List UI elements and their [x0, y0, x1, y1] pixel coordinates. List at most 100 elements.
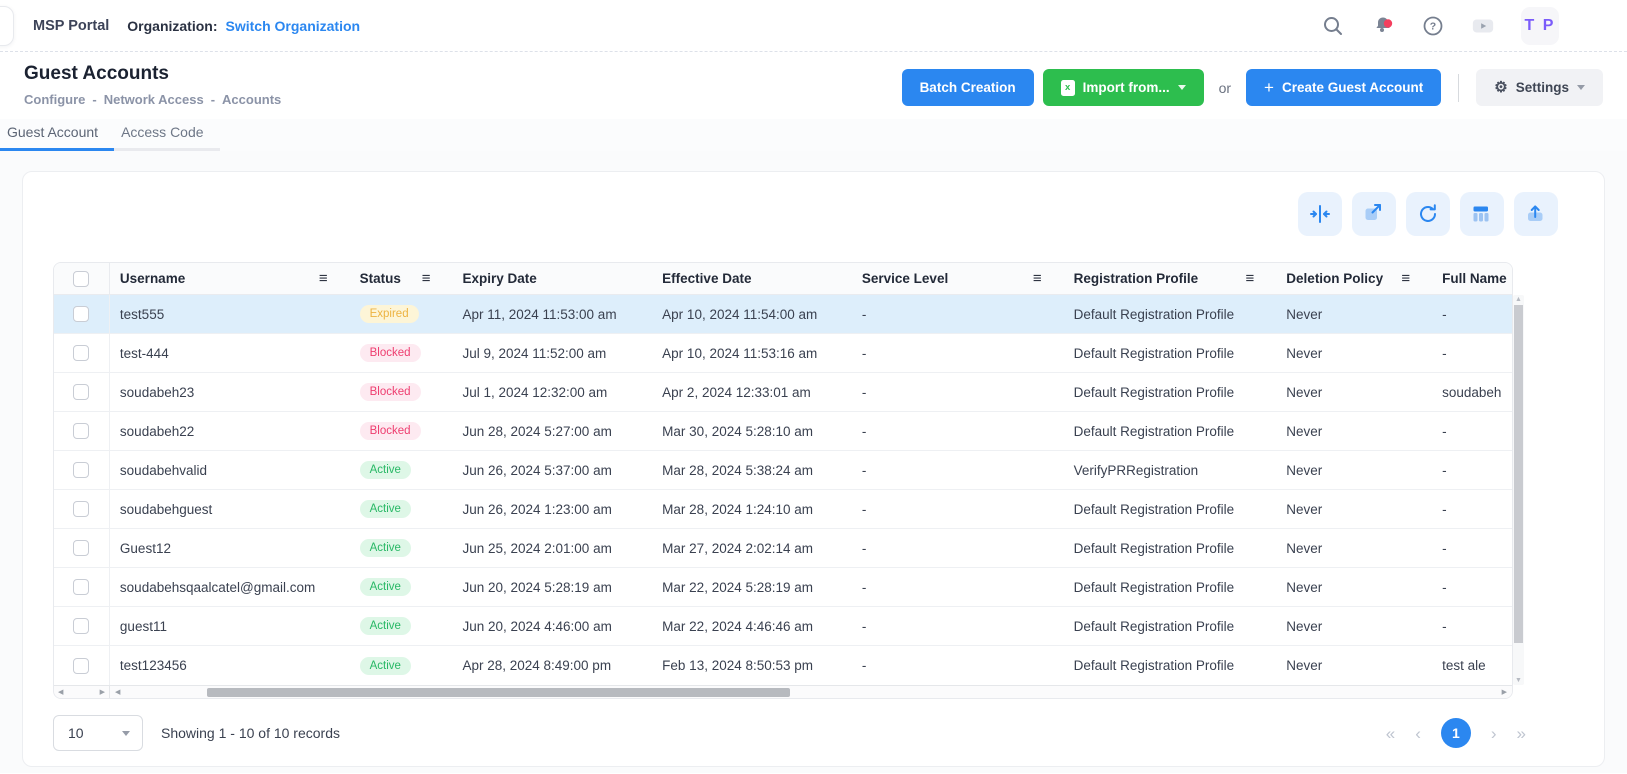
cell-service-level: - [852, 541, 1064, 556]
cell-registration-profile: VerifyPRRegistration [1064, 463, 1277, 478]
filter-icon[interactable]: ≡ [1401, 271, 1410, 286]
column-label: Username [120, 271, 185, 286]
row-checkbox[interactable] [73, 579, 89, 595]
scroll-left-icon[interactable]: ◀ [58, 686, 63, 698]
table-row[interactable]: soudabeh23 Blocked Jul 1, 2024 12:32:00 … [54, 373, 1512, 412]
tab-access-code[interactable]: Access Code [114, 119, 219, 151]
current-page-button[interactable]: 1 [1441, 718, 1471, 748]
cell-effective-date: Mar 30, 2024 5:28:10 am [652, 424, 852, 439]
row-select-cell [54, 412, 110, 450]
settings-button[interactable]: ⚙ Settings [1476, 69, 1603, 106]
scroll-right-icon[interactable]: ▶ [100, 686, 105, 698]
cell-username: test555 [110, 307, 350, 322]
horizontal-scroll-thumb[interactable] [207, 688, 790, 697]
create-guest-account-button[interactable]: + Create Guest Account [1246, 69, 1441, 106]
refresh-button[interactable] [1406, 192, 1450, 236]
table-row[interactable]: test123456 Active Apr 28, 2024 8:49:00 p… [54, 646, 1512, 685]
scroll-up-icon[interactable]: ▲ [1513, 296, 1524, 303]
search-icon[interactable] [1321, 14, 1345, 38]
row-checkbox[interactable] [73, 540, 89, 556]
next-page-button[interactable]: › [1491, 725, 1497, 742]
previous-page-button[interactable]: ‹ [1415, 725, 1421, 742]
table-row[interactable]: Guest12 Active Jun 25, 2024 2:01:00 am M… [54, 529, 1512, 568]
table-header-row: Username≡Status≡Expiry DateEffective Dat… [54, 263, 1512, 295]
table-row[interactable]: soudabeh22 Blocked Jun 28, 2024 5:27:00 … [54, 412, 1512, 451]
fit-columns-button[interactable] [1298, 192, 1342, 236]
cell-service-level: - [852, 658, 1064, 673]
select-all-checkbox[interactable] [73, 271, 89, 287]
column-label: Deletion Policy [1286, 271, 1383, 286]
column-header-expiry-date[interactable]: Expiry Date [452, 263, 652, 294]
column-header-effective-date[interactable]: Effective Date [652, 263, 852, 294]
column-header-username[interactable]: Username ≡ [110, 263, 350, 294]
help-icon[interactable]: ? [1421, 14, 1445, 38]
status-badge: Blocked [360, 422, 421, 440]
cell-deletion-policy: Never [1276, 502, 1432, 517]
user-avatar[interactable]: T P [1521, 7, 1559, 45]
cell-service-level: - [852, 307, 1064, 322]
cell-username: Guest12 [110, 541, 350, 556]
filter-icon[interactable]: ≡ [1246, 271, 1255, 286]
tab-guest-account[interactable]: Guest Account [0, 119, 114, 151]
export-button[interactable] [1514, 192, 1558, 236]
row-checkbox[interactable] [73, 423, 89, 439]
column-header-status[interactable]: Status≡ [350, 263, 453, 294]
switch-organization-link[interactable]: Switch Organization [226, 18, 361, 34]
scroll-left-icon[interactable]: ◀ [115, 686, 120, 698]
cell-deletion-policy: Never [1276, 346, 1432, 361]
filter-icon[interactable]: ≡ [1033, 271, 1042, 286]
cell-deletion-policy: Never [1276, 541, 1432, 556]
last-page-button[interactable]: » [1517, 725, 1526, 742]
cell-status: Active [350, 617, 453, 635]
breadcrumb-item-network-access[interactable]: Network Access [104, 92, 204, 107]
cell-expiry-date: Jun 20, 2024 5:28:19 am [452, 580, 652, 595]
table-row[interactable]: test-444 Blocked Jul 9, 2024 11:52:00 am… [54, 334, 1512, 373]
first-page-button[interactable]: « [1386, 725, 1395, 742]
filter-icon[interactable]: ≡ [319, 271, 328, 286]
scroll-down-icon[interactable]: ▼ [1513, 677, 1524, 684]
chevron-down-icon [1178, 85, 1186, 90]
cell-deletion-policy: Never [1276, 424, 1432, 439]
row-select-cell [54, 490, 110, 528]
row-checkbox[interactable] [73, 618, 89, 634]
import-from-button[interactable]: x Import from... [1043, 69, 1204, 106]
cell-registration-profile: Default Registration Profile [1064, 307, 1277, 322]
cell-username: soudabehsqaalcatel@gmail.com [110, 580, 350, 595]
cell-effective-date: Apr 2, 2024 12:33:01 am [652, 385, 852, 400]
row-checkbox[interactable] [73, 501, 89, 517]
row-checkbox[interactable] [73, 658, 89, 674]
table-row[interactable]: soudabehguest Active Jun 26, 2024 1:23:0… [54, 490, 1512, 529]
cell-username: test123456 [110, 658, 350, 673]
vertical-scroll-thumb[interactable] [1514, 305, 1523, 643]
column-header-deletion-policy[interactable]: Deletion Policy ≡ [1276, 263, 1432, 294]
cell-registration-profile: Default Registration Profile [1064, 580, 1277, 595]
row-checkbox[interactable] [73, 345, 89, 361]
row-checkbox[interactable] [73, 462, 89, 478]
filter-icon[interactable]: ≡ [422, 271, 431, 286]
columns-button[interactable] [1460, 192, 1504, 236]
cell-full-name: - [1432, 463, 1512, 478]
page-size-select[interactable]: 10 [53, 715, 143, 751]
column-label: Effective Date [662, 271, 751, 286]
sidebar-handle[interactable] [0, 6, 14, 46]
notifications-bell-icon[interactable] [1371, 14, 1395, 38]
status-badge: Expired [360, 305, 419, 323]
cell-service-level: - [852, 463, 1064, 478]
row-checkbox[interactable] [73, 306, 89, 322]
cell-effective-date: Mar 22, 2024 4:46:46 am [652, 619, 852, 634]
scroll-right-icon[interactable]: ▶ [1502, 686, 1507, 698]
table-row[interactable]: guest11 Active Jun 20, 2024 4:46:00 am M… [54, 607, 1512, 646]
table-row[interactable]: soudabehsqaalcatel@gmail.com Active Jun … [54, 568, 1512, 607]
row-checkbox[interactable] [73, 384, 89, 400]
breadcrumb-item-accounts[interactable]: Accounts [222, 92, 281, 107]
column-header-full-name[interactable]: Full Name [1432, 263, 1512, 294]
expand-table-button[interactable] [1352, 192, 1396, 236]
table-row[interactable]: soudabehvalid Active Jun 26, 2024 5:37:0… [54, 451, 1512, 490]
video-tour-icon[interactable] [1471, 14, 1495, 38]
table-row[interactable]: test555 Expired Apr 11, 2024 11:53:00 am… [54, 295, 1512, 334]
batch-creation-button[interactable]: Batch Creation [902, 69, 1034, 106]
breadcrumb-item-configure[interactable]: Configure [24, 92, 85, 107]
column-header-registration-profile[interactable]: Registration Profile≡ [1064, 263, 1277, 294]
cell-service-level: - [852, 346, 1064, 361]
column-header-service-level[interactable]: Service Level≡ [852, 263, 1064, 294]
